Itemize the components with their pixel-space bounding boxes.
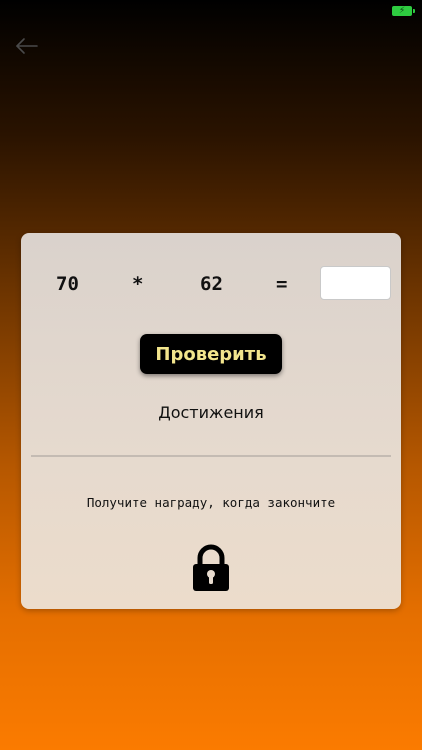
divider [31,455,391,457]
charging-bolt-icon: ⚡ [398,6,406,16]
equals-sign: = [276,273,288,295]
arrow-left-icon [16,38,38,54]
padlock-icon [191,544,231,592]
answer-input[interactable] [320,266,391,300]
achievements-title: Достижения [158,403,264,422]
check-button[interactable]: Проверить [140,334,282,374]
operand-b: 62 [200,273,223,295]
reward-hint: Получите награду, когда закончите [86,495,336,510]
operator-sign: * [132,273,144,295]
battery-icon: ⚡ [392,6,415,16]
quiz-card: 70 * 62 = Проверить Достижения Получите … [21,233,401,609]
operand-a: 70 [56,273,79,295]
back-button[interactable] [14,36,40,56]
